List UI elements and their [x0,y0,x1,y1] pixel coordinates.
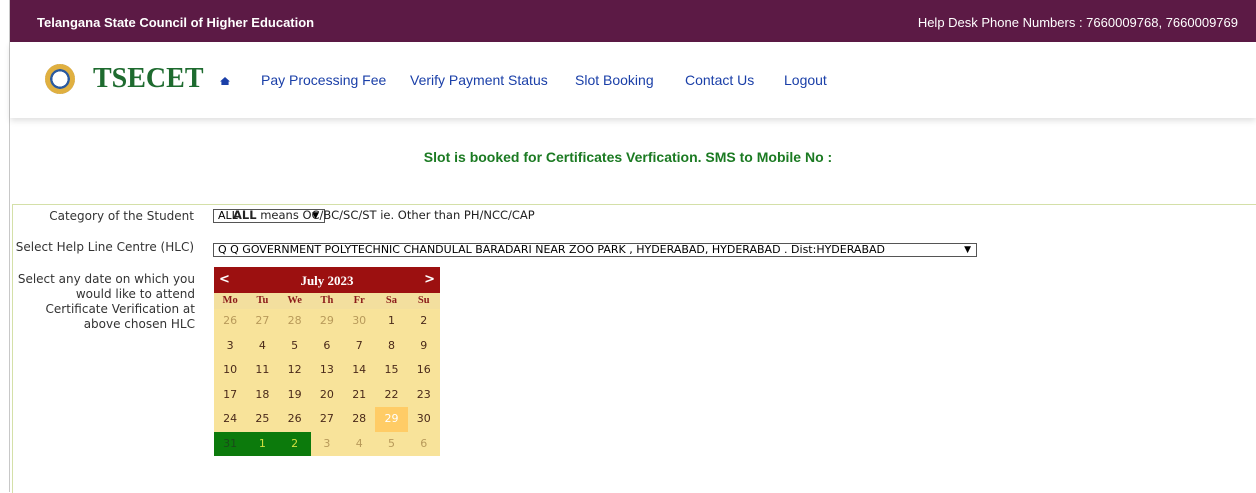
left-border [0,0,10,492]
calendar-day[interactable]: 25 [246,407,278,432]
calendar-day[interactable]: 28 [343,407,375,432]
calendar-day[interactable]: 16 [408,358,440,383]
calendar-day[interactable]: 17 [214,383,246,408]
date-picker-calendar: < July 2023 > Mo Tu We Th Fr Sa Su 26 27… [214,267,440,456]
calendar-day-selected[interactable]: 2 [278,431,311,456]
category-note-bold: ALL [233,208,257,222]
calendar-day[interactable]: 13 [311,358,343,383]
brand-title[interactable]: TSECET [93,63,204,95]
calendar-day[interactable]: 27 [246,309,278,334]
navbar: TSECET Pay Processing Fee Verify Payment… [10,42,1256,118]
calendar-header: < July 2023 > [214,267,440,293]
calendar-week: 17 18 19 20 21 22 23 [214,383,440,408]
calendar-day[interactable]: 11 [246,358,278,383]
calendar-day[interactable]: 20 [311,383,343,408]
calendar-day[interactable]: 29 [311,309,343,334]
calendar-day[interactable]: 4 [343,432,375,457]
calendar-day[interactable]: 8 [375,334,407,359]
calendar-month-title: July 2023 [300,273,354,288]
calendar-day[interactable]: 14 [343,358,375,383]
category-label: Category of the Student [49,209,194,223]
next-month-button[interactable]: > [424,272,435,287]
nav-pay-processing-fee[interactable]: Pay Processing Fee [261,72,386,88]
weekday-label: We [287,295,302,306]
calendar-day[interactable]: 30 [343,309,375,334]
weekday-row: Mo Tu We Th Fr Sa Su [214,293,440,309]
category-note-text: means OC/BC/SC/ST ie. Other than PH/NCC/… [256,208,535,222]
chevron-down-icon: ▼ [964,245,971,255]
calendar-day[interactable]: 3 [214,334,246,359]
calendar-day[interactable]: 12 [279,358,311,383]
calendar-day[interactable]: 7 [343,334,375,359]
calendar-day-selected[interactable]: 31 [214,431,247,456]
calendar-day[interactable]: 27 [311,407,343,432]
calendar-week: 31 1 2 3 4 5 6 [214,431,440,457]
calendar-day[interactable]: 21 [343,383,375,408]
calendar-day[interactable]: 22 [375,383,407,408]
weekday-label: Su [417,295,430,306]
nav-logout[interactable]: Logout [784,72,827,88]
council-logo-icon [45,64,75,94]
calendar-day[interactable]: 10 [214,358,246,383]
calendar-day[interactable]: 18 [246,383,278,408]
top-bar: Telangana State Council of Higher Educat… [10,0,1256,42]
nav-slot-booking[interactable]: Slot Booking [575,72,654,88]
weekday-label: Th [320,295,334,306]
calendar-week: 3 4 5 6 7 8 9 [214,334,440,359]
calendar-week: 26 27 28 29 30 1 2 [214,309,440,334]
calendar-day[interactable]: 30 [408,407,440,432]
calendar-day[interactable]: 6 [311,334,343,359]
calendar-day[interactable]: 4 [246,334,278,359]
weekday-label: Tu [256,295,269,306]
date-label: Select any date on which you would like … [17,272,195,331]
calendar-day[interactable]: 3 [311,432,343,457]
nav-contact-us[interactable]: Contact Us [685,72,754,88]
org-name: Telangana State Council of Higher Educat… [37,15,315,30]
booking-confirmation-message: Slot is booked for Certificates Verficat… [423,149,833,165]
calendar-day[interactable]: 24 [214,407,246,432]
hlc-select-value: Q Q GOVERNMENT POLYTECHNIC CHANDULAL BAR… [218,243,885,256]
weekday-label: Sa [385,295,397,306]
calendar-day[interactable]: 1 [375,309,407,334]
helpdesk-numbers: Help Desk Phone Numbers : 7660009768, 76… [917,15,1238,30]
weekday-label: Mo [222,295,238,306]
hlc-select[interactable]: Q Q GOVERNMENT POLYTECHNIC CHANDULAL BAR… [213,243,977,257]
calendar-day-selected[interactable]: 1 [246,431,279,456]
calendar-day[interactable]: 6 [408,432,440,457]
hlc-label: Select Help Line Centre (HLC) [15,240,194,254]
calendar-day[interactable]: 28 [279,309,311,334]
calendar-day[interactable]: 26 [214,309,246,334]
weekday-label: Fr [353,295,365,306]
calendar-day[interactable]: 5 [279,334,311,359]
calendar-day[interactable]: 26 [279,407,311,432]
calendar-week: 10 11 12 13 14 15 16 [214,358,440,383]
calendar-week: 24 25 26 27 28 29 30 [214,407,440,432]
calendar-day[interactable]: 5 [375,432,407,457]
calendar-day[interactable]: 2 [408,309,440,334]
calendar-day[interactable]: 23 [408,383,440,408]
nav-verify-payment-status[interactable]: Verify Payment Status [410,72,548,88]
calendar-day[interactable]: 9 [408,334,440,359]
calendar-day[interactable]: 15 [375,358,407,383]
calendar-day-today[interactable]: 29 [375,407,408,432]
home-icon[interactable] [220,77,230,85]
calendar-day[interactable]: 19 [279,383,311,408]
category-note: ALL means OC/BC/SC/ST ie. Other than PH/… [233,208,535,222]
